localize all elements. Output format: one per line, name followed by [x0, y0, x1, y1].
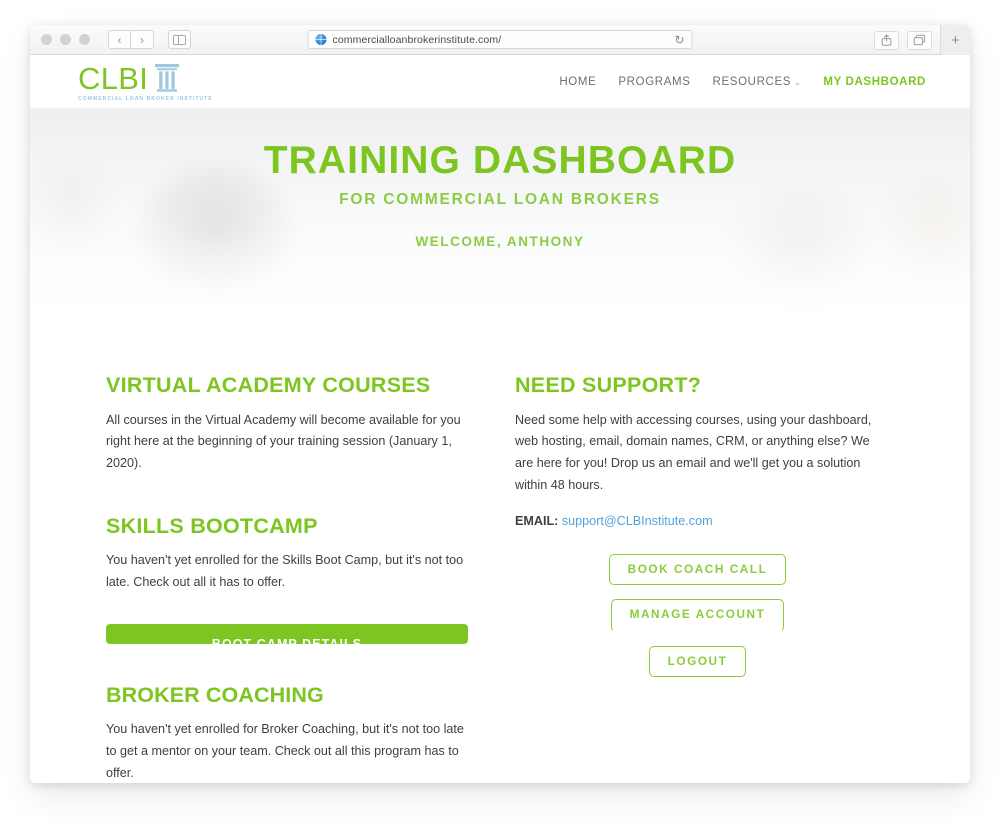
show-tabs-icon — [913, 34, 926, 46]
show-tabs-button[interactable] — [907, 30, 932, 50]
logo-row: CLBI — [78, 61, 180, 97]
browser-window: ‹ › commercialloanbrokerinstitute.com/ ↻ — [30, 25, 970, 783]
need-support-heading: NEED SUPPORT? — [515, 373, 702, 397]
logout-button[interactable]: LOGOUT — [648, 645, 747, 677]
right-column: NEED SUPPORT? Need some help with access… — [515, 373, 880, 783]
window-controls — [41, 34, 90, 45]
page-title: TRAINING DASHBOARD — [263, 139, 737, 182]
reload-icon[interactable]: ↻ — [674, 34, 684, 46]
page-viewport: CLBI COMMERCIAL LOAN BROKER INSTITUTE HO… — [30, 55, 970, 783]
book-coach-call-button[interactable]: BOOK COACH CALL — [608, 554, 787, 586]
toolbar-right-group: + — [874, 25, 970, 55]
email-label: EMAIL: — [515, 514, 559, 529]
plus-icon: + — [951, 31, 960, 49]
logo-wordmark: CLBI — [78, 61, 149, 97]
share-button[interactable] — [874, 30, 899, 50]
skills-bootcamp-section: SKILLS BOOTCAMP You haven't yet enrolled… — [106, 513, 471, 644]
site-logo[interactable]: CLBI COMMERCIAL LOAN BROKER INSTITUTE — [78, 63, 213, 102]
virtual-academy-heading: VIRTUAL ACADEMY COURSES — [106, 373, 431, 397]
need-support-section: NEED SUPPORT? Need some help with access… — [515, 373, 880, 528]
chevron-left-icon: ‹ — [117, 32, 122, 47]
boot-camp-details-button[interactable]: BOOT CAMP DETAILS — [106, 623, 468, 644]
hero-banner: TRAINING DASHBOARD FOR COMMERCIAL LOAN B… — [30, 108, 970, 326]
pillar-icon — [155, 64, 180, 92]
logo-tagline: COMMERCIAL LOAN BROKER INSTITUTE — [78, 96, 213, 102]
forward-button[interactable]: › — [131, 30, 154, 49]
nav-item-resources[interactable]: RESOURCES ⌄ — [713, 76, 802, 88]
new-tab-button[interactable]: + — [940, 25, 970, 55]
virtual-academy-body: All courses in the Virtual Academy will … — [106, 412, 461, 470]
nav-item-home[interactable]: HOME — [559, 76, 596, 88]
nav-item-resources-label: RESOURCES — [712, 75, 792, 88]
hero-subtitle: FOR COMMERCIAL LOAN BROKERS — [339, 191, 661, 208]
chevron-right-icon: › — [140, 32, 144, 47]
nav-item-programs[interactable]: PROGRAMS — [618, 76, 690, 88]
support-email-line: EMAIL: support@CLBInstitute.com — [515, 514, 880, 528]
skills-bootcamp-heading: SKILLS BOOTCAMP — [106, 513, 318, 538]
button-spacer — [106, 594, 471, 624]
main-content: VIRTUAL ACADEMY COURSES All courses in t… — [30, 326, 970, 783]
skills-bootcamp-body: You haven't yet enrolled for the Skills … — [106, 553, 464, 589]
broker-coaching-section: BROKER COACHING You haven't yet enrolled… — [106, 682, 471, 783]
minimize-window-button[interactable] — [60, 34, 71, 45]
globe-icon — [315, 34, 327, 45]
support-email-link[interactable]: support@CLBInstitute.com — [562, 514, 713, 528]
url-text: commercialloanbrokerinstitute.com/ — [332, 33, 502, 46]
sidebar-toggle-button[interactable] — [168, 30, 191, 49]
need-support-body: Need some help with accessing courses, u… — [515, 412, 872, 492]
manage-account-button[interactable]: MANAGE ACCOUNT — [610, 599, 785, 632]
share-icon — [881, 34, 892, 46]
welcome-message: WELCOME, ANTHONY — [415, 234, 585, 249]
maximize-window-button[interactable] — [79, 34, 90, 45]
back-button[interactable]: ‹ — [108, 30, 131, 49]
nav-item-my-dashboard[interactable]: MY DASHBOARD — [823, 76, 926, 88]
virtual-academy-section: VIRTUAL ACADEMY COURSES All courses in t… — [106, 373, 471, 475]
chevron-down-icon: ⌄ — [794, 77, 802, 87]
account-actions: BOOK COACH CALL MANAGE ACCOUNT LOGOUT — [515, 554, 880, 677]
address-bar[interactable]: commercialloanbrokerinstitute.com/ ↻ — [307, 30, 693, 49]
broker-coaching-body: You haven't yet enrolled for Broker Coac… — [106, 722, 464, 780]
site-header: CLBI COMMERCIAL LOAN BROKER INSTITUTE HO… — [30, 55, 970, 108]
main-navigation: HOME PROGRAMS RESOURCES ⌄ MY DASHBOARD — [559, 76, 926, 88]
browser-toolbar: ‹ › commercialloanbrokerinstitute.com/ ↻ — [30, 25, 970, 55]
hero-content: TRAINING DASHBOARD FOR COMMERCIAL LOAN B… — [30, 108, 970, 326]
close-window-button[interactable] — [41, 34, 52, 45]
left-column: VIRTUAL ACADEMY COURSES All courses in t… — [106, 373, 471, 783]
sidebar-icon — [173, 34, 186, 45]
navigation-buttons: ‹ › — [108, 30, 154, 49]
broker-coaching-heading: BROKER COACHING — [106, 682, 324, 707]
